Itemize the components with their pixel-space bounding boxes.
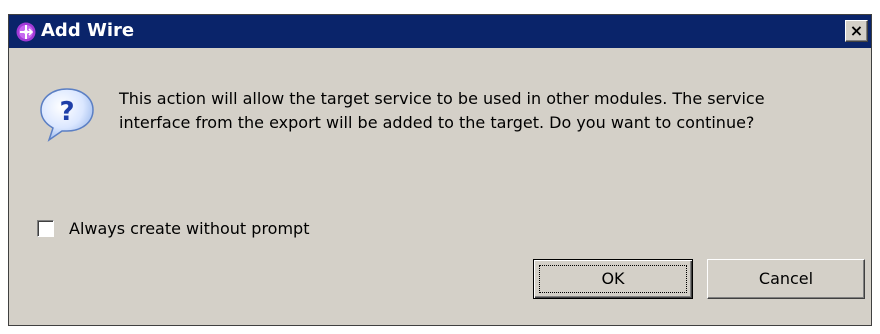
svg-text:?: ? — [59, 97, 74, 127]
close-button[interactable]: × — [845, 20, 868, 42]
cancel-button[interactable]: Cancel — [707, 259, 865, 299]
always-create-label[interactable]: Always create without prompt — [69, 217, 309, 241]
cancel-button-label: Cancel — [758, 269, 814, 288]
add-wire-dialog: Add Wire × ? This action will allow the … — [8, 14, 872, 326]
ok-button-label: OK — [601, 269, 625, 288]
ok-button[interactable]: OK — [533, 259, 693, 299]
wire-app-icon — [16, 22, 36, 42]
close-icon: × — [849, 21, 864, 40]
question-icon: ? — [40, 88, 94, 142]
message-text: This action will allow the target servic… — [119, 89, 765, 132]
dialog-title: Add Wire — [41, 20, 135, 41]
always-create-checkbox[interactable] — [37, 220, 54, 237]
title-bar[interactable]: Add Wire × — [9, 15, 871, 48]
